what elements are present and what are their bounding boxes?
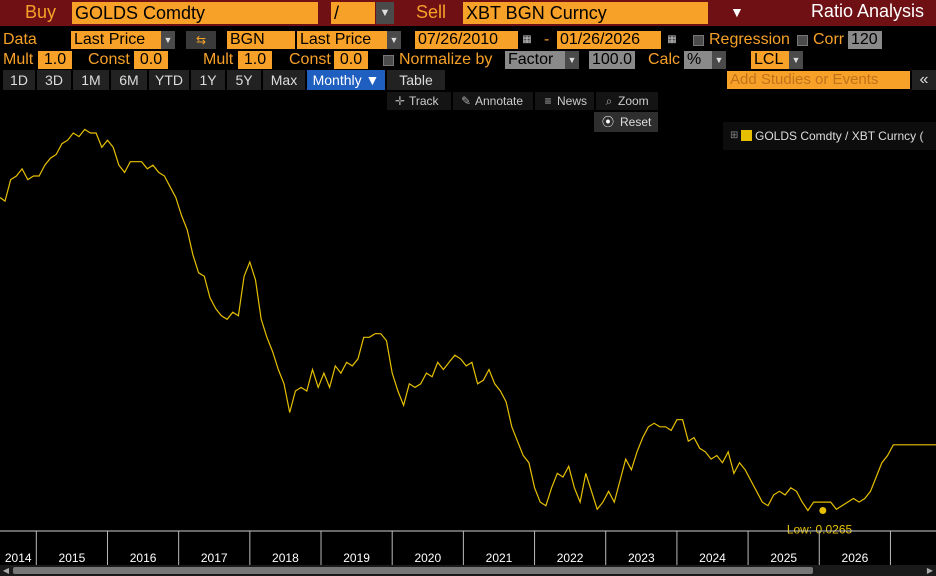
scroll-thumb[interactable] [13,567,813,574]
scroll-left-icon[interactable]: ◀ [0,565,12,576]
x-tick-label: 2025 [770,551,797,565]
low-marker [819,507,827,515]
series-line-0 [0,128,936,512]
x-tick-label: 2016 [130,551,157,565]
ratio-chart: Low: 0.0265 2014 2015 2016 2017 2018 2019 2020… [0,128,936,565]
x-tick-label: 2022 [557,551,584,565]
x-tick-label: 2019 [343,551,370,565]
x-tick-label: 2017 [201,551,228,565]
x-tick-label: 2015 [59,551,86,565]
x-tick-label: 2018 [272,551,299,565]
x-tick-label: 2020 [414,551,441,565]
x-tick-label: 2023 [628,551,655,565]
horizontal-scrollbar[interactable]: ◀ ▶ [0,565,936,576]
x-tick-label: 2024 [699,551,726,565]
x-tick-label: 2026 [842,551,869,565]
scroll-right-icon[interactable]: ▶ [924,565,936,576]
x-tick-label: 2014 [5,551,32,565]
x-tick-label: 2021 [486,551,513,565]
plot-area: Low: 0.0265 [0,128,936,537]
